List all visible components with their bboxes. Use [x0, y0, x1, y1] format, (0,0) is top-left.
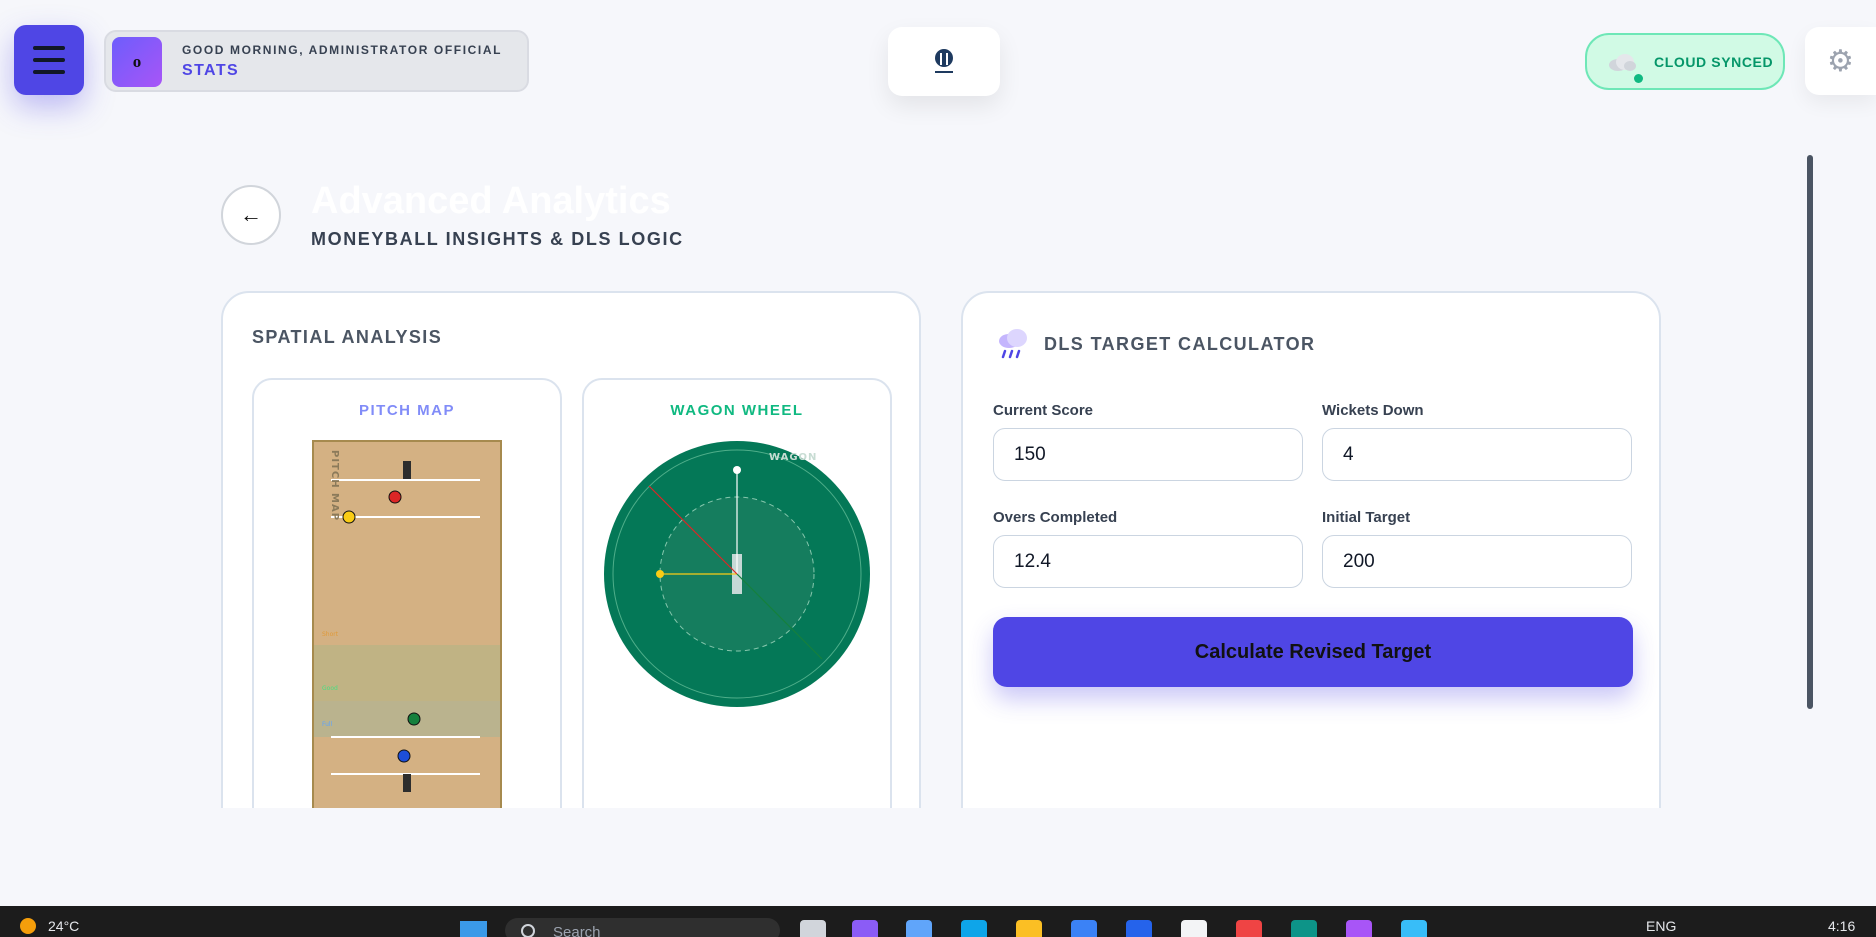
current-score-label: Current Score: [993, 402, 1094, 419]
stumps-top: [403, 461, 411, 480]
notepad-icon[interactable]: [1401, 920, 1427, 937]
pitch-map-chart: PITCH MAP Short Good Full: [312, 440, 502, 808]
language-indicator[interactable]: ENG: [1646, 918, 1676, 934]
shot-end-white[interactable]: [733, 466, 741, 474]
chrome-icon[interactable]: [1236, 920, 1262, 937]
zone-label-good: Good: [322, 685, 338, 692]
pitch-map-title: PITCH MAP: [359, 402, 455, 419]
dls-calculator-card: DLS TARGET CALCULATOR Current Score Wick…: [961, 291, 1661, 808]
windows-start-icon[interactable]: [460, 921, 487, 937]
moon-icon: [20, 918, 36, 934]
amazon-icon[interactable]: [1181, 920, 1207, 937]
overs-completed-label: Overs Completed: [993, 509, 1118, 526]
copilot-icon[interactable]: [852, 920, 878, 937]
calculate-revised-target-button[interactable]: Calculate Revised Target: [993, 617, 1633, 687]
spatial-analysis-title: SPATIAL ANALYSIS: [252, 327, 443, 347]
ball-marker-red[interactable]: [388, 490, 402, 504]
ball-marker-green[interactable]: [407, 712, 421, 726]
content-area: ← Advanced Analytics MONEYBALL INSIGHTS …: [0, 0, 1876, 808]
wickets-down-input[interactable]: [1322, 428, 1632, 481]
ball-marker-blue[interactable]: [397, 749, 411, 763]
rain-cloud-icon: [999, 329, 1027, 359]
back-button[interactable]: ←: [221, 185, 281, 245]
current-score-input[interactable]: [993, 428, 1303, 481]
page-title: Advanced Analytics: [311, 180, 671, 222]
scrollbar-thumb[interactable]: [1807, 155, 1813, 709]
clock[interactable]: 4:16 am: [1828, 918, 1876, 937]
wagon-wheel-title: WAGON WHEEL: [670, 402, 804, 419]
dls-calculator-title: DLS TARGET CALCULATOR: [1044, 334, 1316, 354]
ball-marker-yellow[interactable]: [342, 510, 356, 524]
initial-target-label: Initial Target: [1322, 509, 1411, 526]
zone-label-full: Full: [322, 721, 333, 728]
initial-target-input[interactable]: [1322, 535, 1632, 588]
pitch-map-watermark: PITCH MAP: [329, 450, 340, 521]
taskbar: 24°C Search ENG 4:16 am: [0, 906, 1876, 937]
zone-label-short: Short: [322, 631, 339, 638]
chrome-profile-icon[interactable]: [1291, 920, 1317, 937]
wagon-wheel-chart: WAGON: [604, 441, 870, 707]
page-subtitle: MONEYBALL INSIGHTS & DLS LOGIC: [311, 229, 684, 249]
wagon-wheel-watermark: WAGON: [769, 452, 817, 463]
dropbox-icon[interactable]: [1126, 920, 1152, 937]
task-view-icon[interactable]: [800, 920, 826, 937]
pitch-map-card: PITCH MAP PITCH MAP Short Good Full: [252, 378, 562, 808]
wickets-down-label: Wickets Down: [1322, 402, 1424, 419]
search-icon: [521, 924, 535, 937]
weather-temperature[interactable]: 24°C: [48, 918, 79, 934]
photos-icon[interactable]: [906, 920, 932, 937]
shot-end-yellow[interactable]: [656, 570, 664, 578]
spatial-analysis-card: SPATIAL ANALYSIS PITCH MAP PITCH MAP Sho…: [221, 291, 921, 808]
file-explorer-icon[interactable]: [1016, 920, 1042, 937]
store-icon[interactable]: [1071, 920, 1097, 937]
taskbar-search[interactable]: Search: [505, 918, 780, 937]
stumps-bottom: [403, 774, 411, 792]
wagon-wheel-card: WAGON WHEEL WAGON: [582, 378, 892, 808]
app-icon[interactable]: [1346, 920, 1372, 937]
overs-completed-input[interactable]: [993, 535, 1303, 588]
search-placeholder: Search: [553, 924, 601, 937]
edge-icon[interactable]: [961, 920, 987, 937]
